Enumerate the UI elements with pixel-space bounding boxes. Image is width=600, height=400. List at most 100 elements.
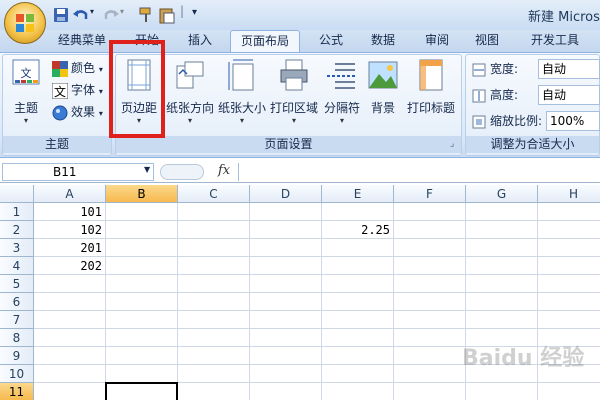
column-header-c[interactable]: C	[178, 185, 250, 203]
cell-f5[interactable]	[394, 275, 466, 293]
cell-c9[interactable]	[178, 347, 250, 365]
cell-b4[interactable]	[106, 257, 178, 275]
cell-g7[interactable]	[466, 311, 538, 329]
cell-b7[interactable]	[106, 311, 178, 329]
column-header-d[interactable]: D	[250, 185, 322, 203]
cell-f2[interactable]	[394, 221, 466, 239]
cell-f8[interactable]	[394, 329, 466, 347]
cell-c7[interactable]	[178, 311, 250, 329]
customize-toolbar-icon[interactable]: ▾	[192, 7, 197, 18]
cell-a5[interactable]	[34, 275, 106, 293]
cell-b3[interactable]	[106, 239, 178, 257]
size-button[interactable]: 纸张大小 ▾	[218, 58, 266, 126]
page-setup-dialog-launcher-icon[interactable]: ⌟	[450, 139, 454, 149]
cell-h7[interactable]	[538, 311, 600, 329]
tab-insert[interactable]: 插入	[181, 30, 219, 52]
cell-d5[interactable]	[250, 275, 322, 293]
cell-b6[interactable]	[106, 293, 178, 311]
column-header-f[interactable]: F	[394, 185, 466, 203]
cell-f7[interactable]	[394, 311, 466, 329]
cell-e5[interactable]	[322, 275, 394, 293]
save-icon[interactable]	[52, 6, 70, 24]
print-titles-button[interactable]: 打印标题	[404, 58, 458, 116]
cell-a9[interactable]	[34, 347, 106, 365]
row-header-9[interactable]: 9	[0, 347, 34, 365]
height-select[interactable]: 自动	[538, 85, 600, 105]
cell-a4[interactable]: 202	[34, 257, 106, 275]
cell-h4[interactable]	[538, 257, 600, 275]
cell-f10[interactable]	[394, 365, 466, 383]
cell-a2[interactable]: 102	[34, 221, 106, 239]
cell-h6[interactable]	[538, 293, 600, 311]
orientation-button[interactable]: 纸张方向 ▾	[166, 58, 214, 126]
row-header-8[interactable]: 8	[0, 329, 34, 347]
cell-e9[interactable]	[322, 347, 394, 365]
cell-a6[interactable]	[34, 293, 106, 311]
office-button[interactable]	[4, 2, 46, 44]
cell-f4[interactable]	[394, 257, 466, 275]
cell-c3[interactable]	[178, 239, 250, 257]
name-box[interactable]: B11	[2, 163, 154, 181]
cell-b2[interactable]	[106, 221, 178, 239]
cell-c1[interactable]	[178, 203, 250, 221]
row-header-1[interactable]: 1	[0, 203, 34, 221]
cell-c2[interactable]	[178, 221, 250, 239]
formula-splitter[interactable]	[160, 164, 204, 180]
themes-button[interactable]: 文 主题 ▾	[6, 58, 46, 126]
column-header-e[interactable]: E	[322, 185, 394, 203]
cell-g4[interactable]	[466, 257, 538, 275]
cell-b9[interactable]	[106, 347, 178, 365]
cell-f3[interactable]	[394, 239, 466, 257]
tab-formulas[interactable]: 公式	[312, 30, 350, 52]
undo-dropdown-icon[interactable]: ▾	[90, 7, 94, 16]
cell-g1[interactable]	[466, 203, 538, 221]
cell-e6[interactable]	[322, 293, 394, 311]
scale-input[interactable]: 100%	[546, 111, 600, 131]
formula-input[interactable]	[238, 163, 600, 181]
cell-f11[interactable]	[394, 383, 466, 400]
redo-dropdown-icon[interactable]: ▾	[120, 7, 124, 16]
cell-f1[interactable]	[394, 203, 466, 221]
cell-e4[interactable]	[322, 257, 394, 275]
row-header-7[interactable]: 7	[0, 311, 34, 329]
undo-icon[interactable]	[72, 6, 90, 24]
row-header-5[interactable]: 5	[0, 275, 34, 293]
tab-view[interactable]: 视图	[468, 30, 506, 52]
width-select[interactable]: 自动	[538, 59, 600, 79]
cell-f6[interactable]	[394, 293, 466, 311]
row-header-4[interactable]: 4	[0, 257, 34, 275]
background-button[interactable]: 背景	[364, 58, 402, 116]
column-header-g[interactable]: G	[466, 185, 538, 203]
cell-f9[interactable]	[394, 347, 466, 365]
cell-a1[interactable]: 101	[34, 203, 106, 221]
cell-a11[interactable]	[34, 383, 106, 400]
insert-function-icon[interactable]: fx	[218, 163, 230, 178]
cell-d2[interactable]	[250, 221, 322, 239]
cell-d8[interactable]	[250, 329, 322, 347]
cell-a3[interactable]: 201	[34, 239, 106, 257]
format-painter-icon[interactable]	[137, 6, 155, 24]
name-box-dropdown-icon[interactable]: ▼	[144, 165, 150, 174]
column-header-a[interactable]: A	[34, 185, 106, 203]
cell-e8[interactable]	[322, 329, 394, 347]
cell-c8[interactable]	[178, 329, 250, 347]
paste-icon[interactable]	[158, 6, 176, 24]
cell-a7[interactable]	[34, 311, 106, 329]
cell-a8[interactable]	[34, 329, 106, 347]
cell-b1[interactable]	[106, 203, 178, 221]
print-area-button[interactable]: 打印区域 ▾	[270, 58, 318, 126]
cell-h3[interactable]	[538, 239, 600, 257]
row-header-11[interactable]: 11	[0, 383, 34, 400]
cell-a10[interactable]	[34, 365, 106, 383]
column-header-h[interactable]: H	[538, 185, 600, 203]
cell-e11[interactable]	[322, 383, 394, 400]
cell-c11[interactable]	[178, 383, 250, 400]
cell-d7[interactable]	[250, 311, 322, 329]
cell-h5[interactable]	[538, 275, 600, 293]
breaks-button[interactable]: 分隔符 ▾	[322, 58, 362, 126]
select-all-corner[interactable]	[0, 185, 34, 203]
cell-e3[interactable]	[322, 239, 394, 257]
cell-e1[interactable]	[322, 203, 394, 221]
cell-g5[interactable]	[466, 275, 538, 293]
cell-b8[interactable]	[106, 329, 178, 347]
